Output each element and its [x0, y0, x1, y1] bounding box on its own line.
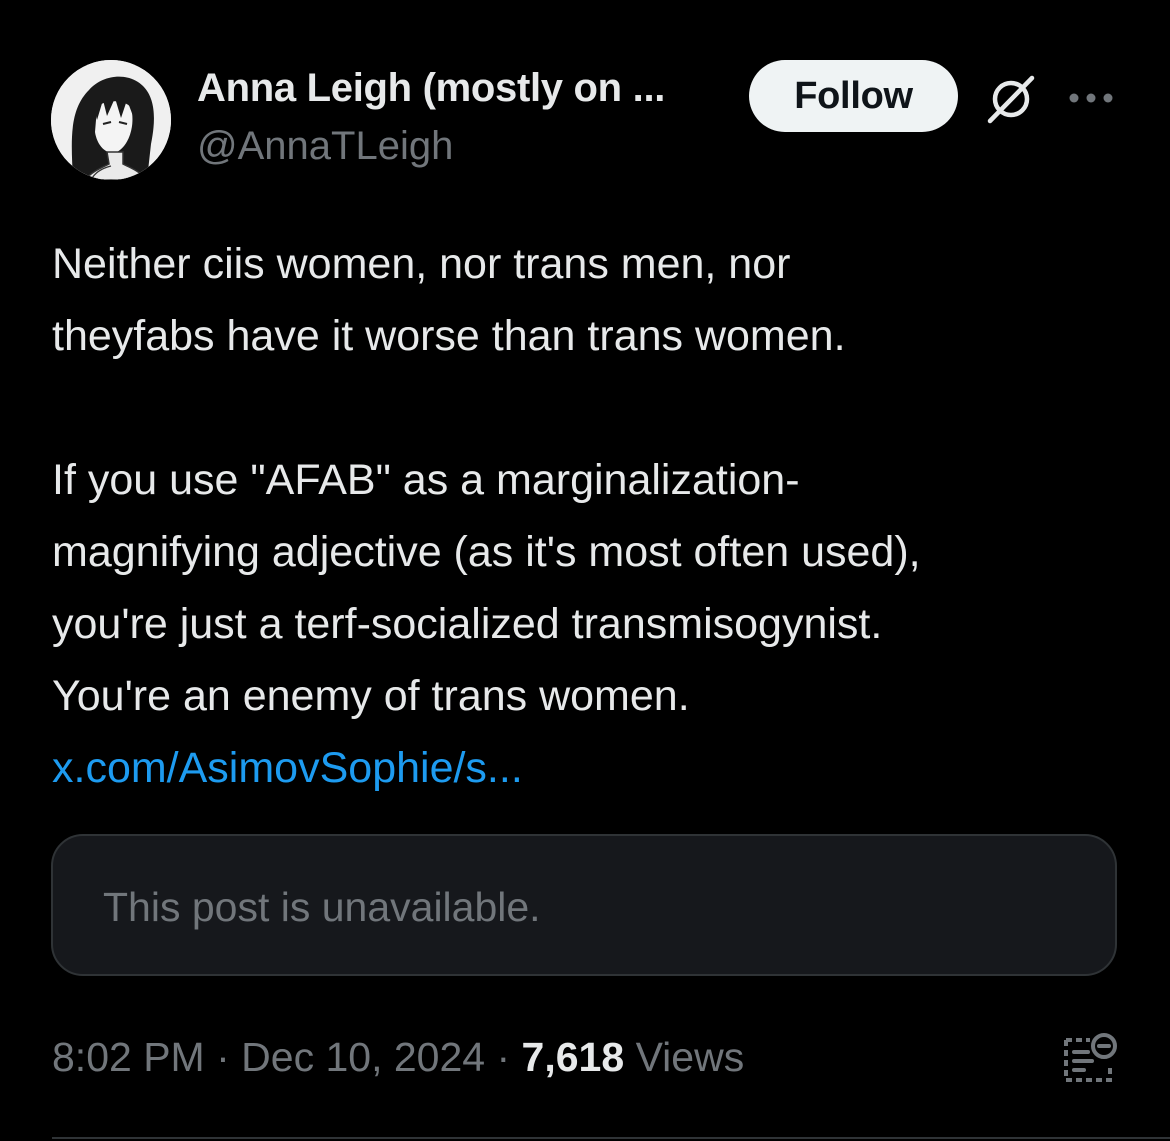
post-text-line: Neither ciis women, nor trans men, nor: [52, 240, 791, 288]
follow-button[interactable]: Follow: [749, 60, 958, 132]
author-display-name[interactable]: Anna Leigh (mostly on ...: [197, 66, 665, 111]
post-text-line: If you use "AFAB" as a marginalization-: [52, 456, 800, 504]
quoted-post-card[interactable]: This post is unavailable.: [51, 834, 1117, 976]
quoted-post-unavailable-text: This post is unavailable.: [103, 884, 541, 930]
bottom-divider: [52, 1137, 1170, 1139]
post-time[interactable]: 8:02 PM: [52, 1034, 205, 1080]
meta-separator: ·: [496, 1034, 511, 1080]
more-dots-icon[interactable]: [1066, 88, 1116, 108]
views-count: 7,618: [521, 1034, 625, 1080]
post-text-line: You're an enemy of trans women.: [52, 672, 690, 720]
post-text-line: magnifying adjective (as it's most often…: [52, 528, 921, 576]
post-link[interactable]: x.com/AsimovSophie/s...: [52, 744, 523, 792]
grok-icon[interactable]: [984, 72, 1038, 126]
avatar[interactable]: [51, 60, 171, 180]
avatar-image: [51, 60, 171, 180]
post-text-line: you're just a terf-socialized transmisog…: [52, 600, 883, 648]
views-label: Views: [635, 1034, 745, 1080]
post-text: Neither ciis women, nor trans men, nor t…: [52, 228, 1142, 804]
post: Anna Leigh (mostly on ... @AnnaTLeigh Fo…: [0, 0, 1170, 1141]
post-text-line: theyfabs have it worse than trans women.: [52, 312, 846, 360]
author-handle[interactable]: @AnnaTLeigh: [197, 124, 453, 169]
analytics-icon[interactable]: [1060, 1028, 1120, 1088]
meta-separator: ·: [216, 1034, 230, 1080]
post-meta: 8:02 PM · Dec 10, 2024 · 7,618 Views: [52, 1034, 744, 1081]
post-date[interactable]: Dec 10, 2024: [241, 1034, 485, 1080]
post-link-line: x.com/AsimovSophie/s...: [52, 732, 1142, 804]
